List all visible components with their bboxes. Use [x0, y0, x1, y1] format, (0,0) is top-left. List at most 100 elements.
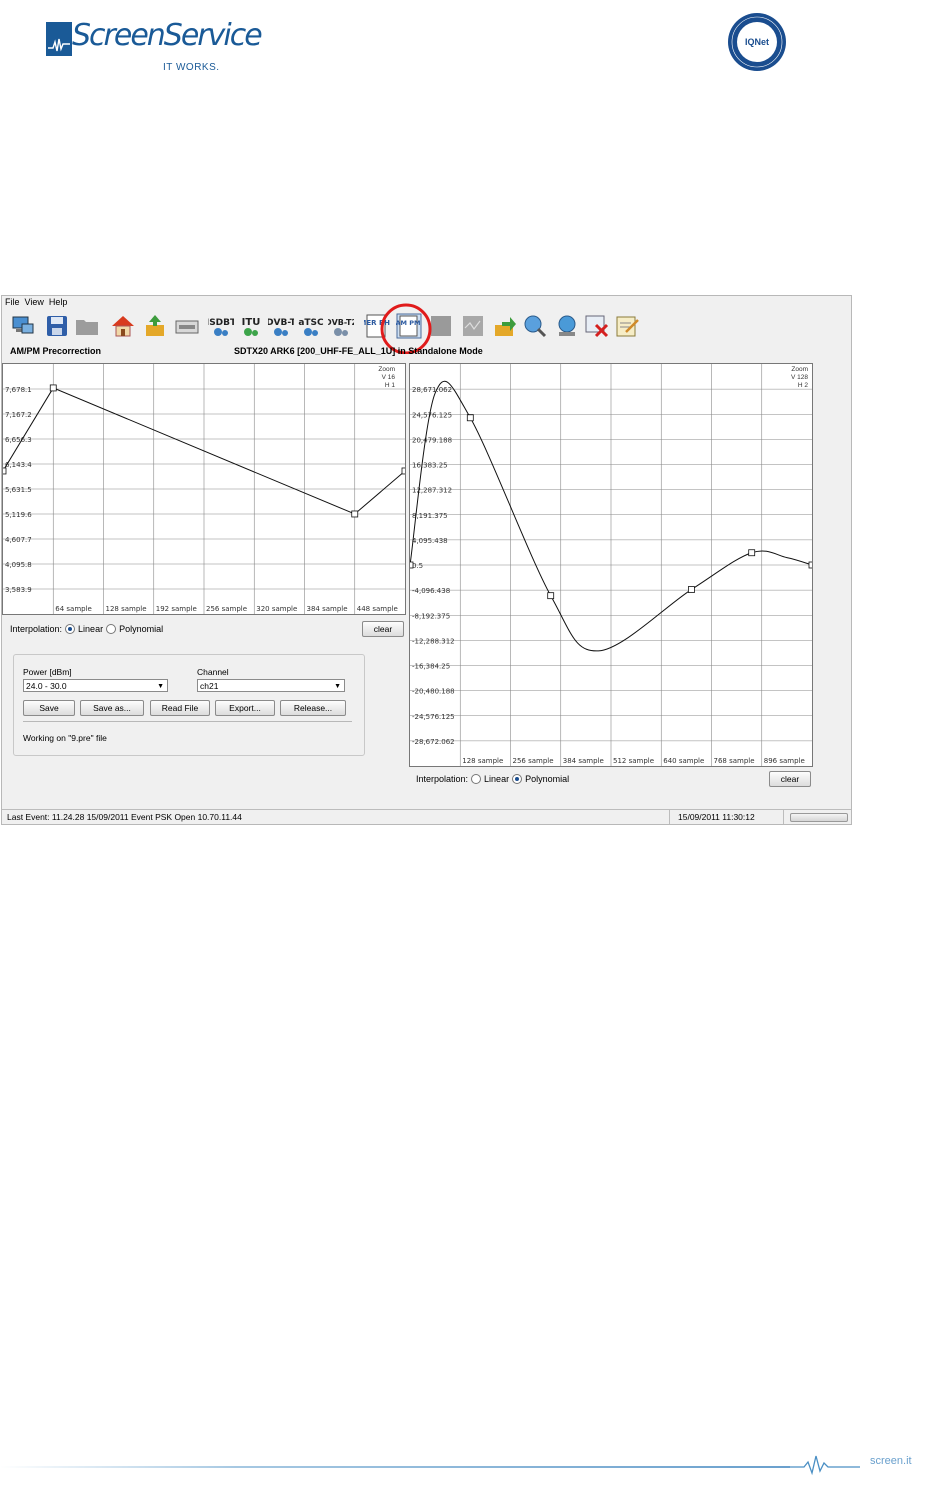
left-chart-canvas[interactable]: 7,678.1 7,167.2 6,656.3 6,143.4 5,631.5 5,119…	[3, 364, 405, 614]
right-interpolation-row: Interpolation: Linear Polynomial	[416, 774, 569, 784]
settings-panel: Power [dBm] 24.0 - 30.0 ▼ Channel ch21 ▼ S…	[13, 654, 365, 756]
isdbt-icon[interactable]: ISDBT	[208, 313, 234, 339]
y-tick-label: 6,143.4	[5, 461, 32, 469]
y-tick-label: 0.5	[412, 562, 423, 570]
right-ampm-chart[interactable]: 28,671.062 24,576.125 20,479.188 16,383.25 1…	[409, 363, 813, 767]
channel-dropdown-arrow-icon: ▼	[334, 683, 341, 690]
x-tick-label: 384 sample	[563, 757, 604, 765]
export-box-icon[interactable]	[492, 313, 518, 339]
last-event-status: Last Event: 11.24.28 15/09/2011 Event PS…	[2, 810, 670, 824]
y-tick-label: 20,479.188	[412, 436, 452, 444]
y-tick-label: 4,095.8	[5, 561, 32, 569]
right-chart-canvas[interactable]: 28,671.062 24,576.125 20,479.188 16,383.25 1…	[410, 364, 812, 766]
dvbt2-icon[interactable]: DVB-T2	[328, 313, 354, 339]
y-tick-label: -4,096.438	[412, 587, 450, 595]
left-linear-label[interactable]: Linear	[78, 624, 103, 634]
disabled-graph-icon[interactable]	[460, 313, 486, 339]
y-tick-label: -16,384.25	[412, 663, 450, 671]
x-tick-label: 384 sample	[307, 605, 348, 613]
y-tick-label: 6,656.3	[5, 436, 32, 444]
menu-view[interactable]: View	[22, 296, 46, 307]
network-computer-icon[interactable]	[10, 313, 36, 339]
y-tick-label: -28,672.062	[412, 738, 455, 746]
itu-icon[interactable]: ITU	[238, 313, 264, 339]
y-tick-label: 28,671.062	[412, 386, 452, 394]
read-file-button[interactable]: Read File	[150, 700, 210, 716]
upload-box-icon[interactable]	[142, 313, 168, 339]
x-tick-label: 256 sample	[206, 605, 247, 613]
close-window-icon[interactable]	[584, 313, 610, 339]
notepad-edit-icon[interactable]	[614, 313, 640, 339]
search-globe-icon[interactable]	[522, 313, 548, 339]
right-zoom-indicator: Zoom V 128 H 2	[791, 366, 808, 389]
left-clear-button[interactable]: clear	[362, 621, 404, 637]
left-interpolation-row: Interpolation: Linear Polynomial	[10, 624, 163, 634]
footer-wave-icon	[790, 1455, 860, 1476]
y-tick-label: 3,583.9	[5, 586, 32, 594]
x-tick-label: 448 sample	[357, 605, 398, 613]
footer-site: screen.it	[870, 1455, 912, 1467]
channel-label: Channel	[197, 667, 229, 677]
x-tick-label: 768 sample	[714, 757, 755, 765]
svg-text:aTSC: aTSC	[298, 318, 324, 328]
right-polynomial-label[interactable]: Polynomial	[525, 774, 569, 784]
right-linear-radio[interactable]	[471, 774, 482, 784]
panel-divider	[23, 721, 352, 722]
x-tick-label: 896 sample	[764, 757, 805, 765]
right-polynomial-radio[interactable]	[512, 774, 523, 784]
dvbt-icon[interactable]: DVB-T	[268, 313, 294, 339]
left-polynomial-radio[interactable]	[106, 624, 117, 634]
channel-select[interactable]: ch21 ▼	[197, 679, 345, 692]
power-select[interactable]: 24.0 - 30.0 ▼	[23, 679, 168, 692]
menu-help[interactable]: Help	[46, 296, 70, 307]
statusbar: Last Event: 11.24.28 15/09/2011 Event PS…	[2, 809, 851, 824]
menu-file[interactable]: File	[2, 296, 22, 307]
progress-indicator	[790, 813, 848, 822]
left-ampm-chart[interactable]: 7,678.1 7,167.2 6,656.3 6,143.4 5,631.5 5,119…	[2, 363, 406, 615]
save-as-button[interactable]: Save as...	[80, 700, 144, 716]
y-tick-label: 5,631.5	[5, 486, 32, 494]
x-tick-label: 256 sample	[513, 757, 554, 765]
x-tick-label: 192 sample	[156, 605, 197, 613]
control-point	[49, 384, 57, 392]
footer-line	[0, 1466, 790, 1468]
y-tick-label: 16,383.25	[412, 462, 448, 470]
x-tick-label: 320 sample	[256, 605, 297, 613]
release-button[interactable]: Release...	[280, 700, 346, 716]
control-point	[687, 586, 695, 593]
save-disk-icon[interactable]	[44, 313, 70, 339]
folder-icon[interactable]	[74, 313, 100, 339]
svg-text:DVB-T2: DVB-T2	[328, 318, 354, 327]
working-file-status: Working on "9.pre" file	[23, 733, 107, 743]
control-point	[808, 561, 812, 569]
save-button[interactable]: Save	[23, 700, 75, 716]
y-tick-label: 5,119.6	[5, 511, 32, 519]
atsc-icon[interactable]: aTSC	[298, 313, 324, 339]
right-linear-label[interactable]: Linear	[484, 774, 509, 784]
left-polynomial-label[interactable]: Polynomial	[119, 624, 163, 634]
control-point	[3, 467, 7, 475]
channel-value: ch21	[200, 681, 219, 691]
power-dropdown-arrow-icon: ▼	[157, 683, 164, 690]
cert-badge-text: IQNet	[745, 37, 769, 47]
control-point	[351, 510, 359, 518]
y-tick-label: 8,191.375	[412, 512, 448, 520]
x-tick-label: 640 sample	[663, 757, 704, 765]
x-tick-label: 64 sample	[55, 605, 92, 613]
mode-title: SDTX20 ARK6 [200_UHF-FE_ALL_1U] in Stand…	[234, 346, 483, 356]
svg-text:DVB-T: DVB-T	[268, 318, 294, 328]
y-tick-label: -24,576.125	[412, 713, 455, 721]
logo-tagline: IT WORKS.	[163, 62, 220, 73]
x-tick-label: 128 sample	[462, 757, 503, 765]
logo-wave-icon	[46, 22, 72, 56]
device-rack-icon[interactable]	[174, 313, 200, 339]
y-tick-label: 7,167.2	[5, 411, 32, 419]
y-tick-label: 24,576.125	[412, 411, 452, 419]
svg-text:ISDBT: ISDBT	[208, 318, 234, 328]
home-icon[interactable]	[110, 313, 136, 339]
right-clear-button[interactable]: clear	[769, 771, 811, 787]
left-linear-radio[interactable]	[65, 624, 76, 634]
app-window: FileViewHelp ISDBT ITU DVB-T aTSC DVB-T2…	[1, 295, 852, 825]
export-button[interactable]: Export...	[215, 700, 275, 716]
web-globe-icon[interactable]	[554, 313, 580, 339]
